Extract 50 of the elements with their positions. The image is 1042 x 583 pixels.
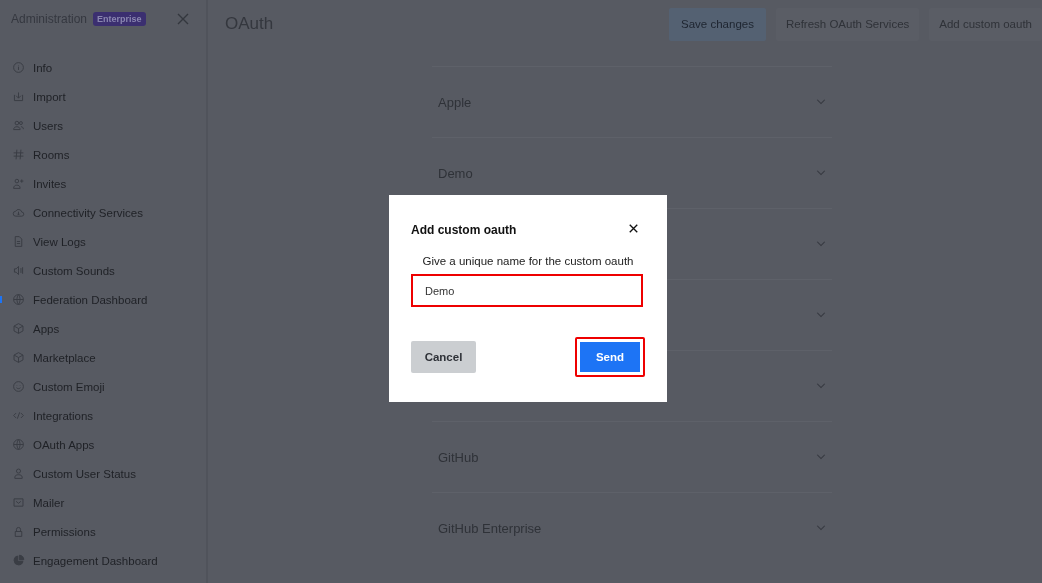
sidebar-item[interactable]: Custom User Status [0,459,206,488]
cube-icon [12,322,25,335]
chevron-icon[interactable] [816,383,826,389]
invite-icon [12,177,25,190]
sidebar-item[interactable]: Custom Emoji [0,372,206,401]
sidebar-item[interactable]: Import [0,82,206,111]
mail-icon [12,496,25,509]
cloud-icon [12,206,25,219]
pie-chart-icon [12,554,25,567]
chevron-icon[interactable] [816,312,826,318]
sidebar-item[interactable]: View Logs [0,227,206,256]
dialog-title: Add custom oauth [411,223,517,237]
sidebar-item[interactable]: Rooms [0,140,206,169]
users-icon [12,119,25,132]
sidebar-item[interactable]: Mailer [0,488,206,517]
cancel-button[interactable]: Cancel [411,341,476,373]
sidebar-item[interactable]: Custom Sounds [0,256,206,285]
sidebar-item[interactable]: OAuth Apps [0,430,206,459]
enterprise-badge: Enterprise [93,12,146,26]
sidebar-item[interactable]: Apps [0,314,206,343]
lock-icon [12,525,25,538]
name-input-field[interactable]: Demo [411,274,643,307]
sidebar-item[interactable]: Info [0,53,206,82]
sidebar-item[interactable]: Engagement Dashboard [0,546,206,575]
code-icon [12,409,25,422]
cube-icon [12,351,25,364]
sidebar-item[interactable]: Federation Dashboard [0,285,206,314]
chevron-icon[interactable] [816,525,826,531]
hash-icon [12,148,25,161]
chevron-icon[interactable] [816,170,826,176]
chevron-icon[interactable] [816,241,826,247]
dialog-prompt: Give a unique name for the custom oauth [421,255,635,267]
chevron-icon[interactable] [816,454,826,460]
sidebar-item[interactable]: Marketplace [0,343,206,372]
sound-icon [12,264,25,277]
sidebar-item[interactable]: Users [0,111,206,140]
send-button[interactable]: Send [575,337,645,377]
sidebar-item[interactable]: Integrations [0,401,206,430]
file-icon [12,235,25,248]
sidebar-item[interactable]: Invites [0,169,206,198]
chevron-icon[interactable] [816,99,826,105]
globe-icon [12,438,25,451]
sidebar-item[interactable]: Permissions [0,517,206,546]
sidebar-item[interactable]: Connectivity Services [0,198,206,227]
import-icon [12,90,25,103]
info-icon [12,61,25,74]
close-icon [177,13,189,25]
globe-icon [12,293,25,306]
close-icon [629,224,638,233]
user-icon [12,467,25,480]
